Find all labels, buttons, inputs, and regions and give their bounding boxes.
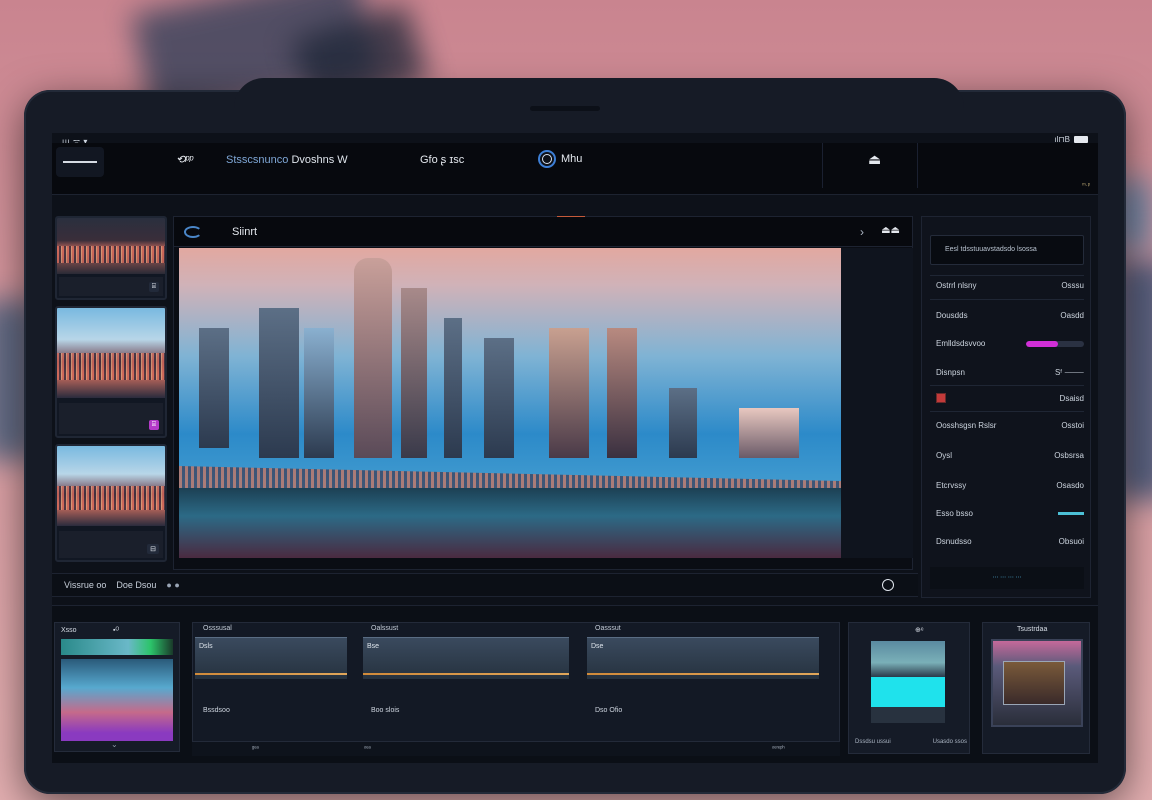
app-screen: ııı ᯤ ▾ ıl⊓B ⟲ᵖᵖ Stsscsnunco Dvoshns W G… [52,133,1098,763]
building [259,308,299,458]
chevron-right-icon[interactable]: › [860,225,864,239]
options-button[interactable]: ⏏⏏ [881,225,900,236]
timeline-track[interactable]: Oasssut Dse Dso Ofio [585,623,821,743]
building [354,258,392,458]
inspector-row[interactable]: Oysl Osbsrsa [936,451,1084,460]
timeline-track[interactable]: Oalssust Bse Boo slois [361,623,571,743]
inspector-row[interactable]: Esso bsso [936,509,1084,518]
video-viewer[interactable] [179,248,841,558]
mode-toggle[interactable]: Mhu [538,150,582,168]
thumbnail[interactable]: ⌸ [55,306,167,438]
chevron-down-icon[interactable]: ⌄ [111,740,118,749]
timeline-area: Xsso ▪ᴼ ⌄ Osssusal Dsls Bssdsoo Oalssust… [52,605,1098,763]
inspector-row[interactable]: Ostrrl nlsny Osssu [936,281,1084,290]
inspector-panel: Eesl tdsstuuavstadsdo lsossa Ostrrl nlsn… [921,216,1091,598]
building [444,318,462,458]
top-bar: ⟲ᵖᵖ Stsscsnunco Dvoshns W Gfo ʂ ɪsc Mhu … [52,143,1098,195]
inspector-row[interactable]: Emlldsdsvvoo [936,339,1084,348]
inspector-row[interactable]: Etcrvssy Osasdo [936,481,1084,490]
track-footer: ᵍᵉᵃ ᵒᵉᵃ ᵒᵉʳᵉᵖʰ [192,742,840,756]
preview-header: Siinrt › ⏏⏏ [174,217,912,247]
record-ring-icon [538,150,556,168]
menu-button[interactable] [56,147,104,177]
preview-app-icon [184,226,202,238]
inspector-row[interactable]: Disnpsn Sᶠ ⸻ [936,367,1084,378]
camera-notch [530,106,600,111]
record-button[interactable] [882,579,894,591]
color-swatch[interactable] [936,393,946,403]
building [401,288,427,458]
building [739,408,799,458]
level-bar [1058,512,1084,515]
battery-icon [1074,136,1088,143]
thumbnail[interactable]: ⌸ [55,216,167,300]
media-panel[interactable]: ⊕ᵉ Dssdsu ussui Usasdo ssos [848,622,970,754]
track-area: Osssusal Dsls Bssdsoo Oalssust Bse Boo s… [192,622,840,742]
building [484,338,514,458]
inspector-row[interactable]: Oosshsgsn Rslsr Osstoi [936,421,1084,430]
divider [822,143,823,188]
menu-icon [63,161,97,163]
transport-label[interactable]: Vissrue oo [64,580,106,590]
clip-card[interactable]: Xsso ▪ᴼ ⌄ [54,622,180,752]
app-title: Stsscsnunco Dvoshns W [226,154,348,166]
building [607,328,637,458]
building [304,328,334,458]
timeline-track[interactable]: Osssusal Dsls Bssdsoo [193,623,349,743]
thumbnail-badge: ⌸ [148,420,159,430]
title-prefix: Stsscsnunco [226,154,289,166]
thumbnail[interactable]: ⊟ [55,444,167,562]
thumbnail-strip: ⌸ ⌸ ⊟ [55,216,169,564]
preview-title: Siinrt [232,226,258,238]
intensity-slider[interactable] [1026,340,1084,347]
building [669,388,697,458]
app-logo: ⟲ᵖᵖ [176,154,194,166]
water [179,488,841,558]
mode-label: Mhu [561,153,583,165]
viewer-side-panel [841,248,913,558]
building [199,328,229,448]
thumbnail-badge: ⊟ [147,544,159,554]
inspector-row[interactable]: Dousdds Oasdd [936,311,1084,320]
inspector-row[interactable]: Dsaisd [936,393,1084,403]
preview-panel: Siinrt › ⏏⏏ [173,216,913,570]
media-panel[interactable]: Tsustrdaa [982,622,1090,754]
transport-bar: Vissrue oo Doe Dsou ● ● [52,573,918,597]
cast-icon[interactable]: ⏏ [868,151,881,168]
inspector-footer[interactable]: ⋯ ⋯ ⋯ ⋯ [930,567,1084,589]
inspector-row[interactable]: Dsnudsso Obsuoi [936,537,1084,546]
building [549,328,589,458]
title-text: Dvoshns W [291,154,348,166]
inspector-header[interactable]: Eesl tdsstuuavstadsdo lsossa [930,235,1084,265]
mini-stat: ᵐ·ᵖ [1082,183,1090,189]
viewer-scrubber[interactable] [179,558,909,567]
divider [917,143,918,188]
nav-item[interactable]: Gfo ʂ ɪsc [420,154,464,166]
thumbnail-badge: ⌸ [148,282,159,292]
dots-icon[interactable]: ● ● [166,580,179,590]
transport-label[interactable]: Doe Dsou [116,580,156,590]
